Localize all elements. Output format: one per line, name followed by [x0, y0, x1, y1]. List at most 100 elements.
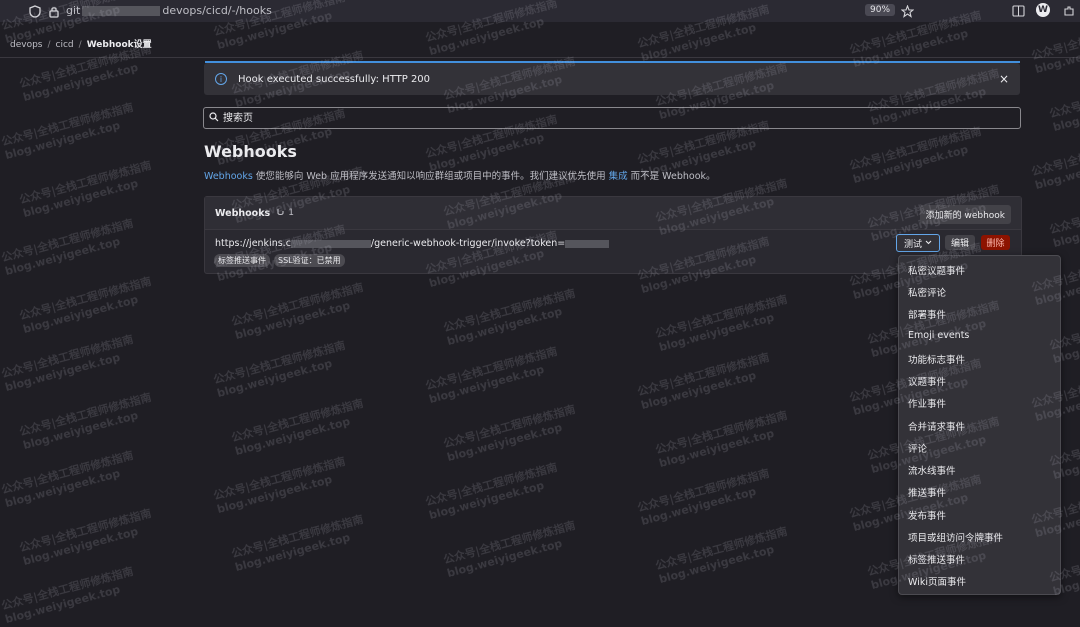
watermark-line-1: 公众号|全栈工程师修炼指南: [654, 292, 789, 341]
dropdown-item-wiki-page[interactable]: Wiki页面事件: [908, 574, 966, 588]
watermark-text: 公众号|全栈工程师修炼指南blog.weiyigeek.top: [1048, 73, 1080, 135]
dropdown-item-note[interactable]: 评论: [908, 441, 927, 455]
breadcrumb: devops / cicd / Webhook设置: [10, 40, 152, 50]
breadcrumb-item-group[interactable]: devops: [10, 40, 42, 50]
webhook-count: 1: [288, 208, 294, 218]
watermark-text: 公众号|全栈工程师修炼指南blog.weiyigeek.top: [18, 159, 157, 221]
watermark-text: 公众号|全栈工程师修炼指南blog.weiyigeek.top: [654, 409, 793, 471]
watermark-line-2: blog.weiyigeek.top: [1033, 32, 1080, 77]
watermark-text: 公众号|全栈工程师修炼指南blog.weiyigeek.top: [424, 461, 563, 523]
delete-button[interactable]: 删除: [981, 235, 1010, 250]
watermark-line-2: blog.weiyigeek.top: [215, 356, 334, 401]
reader-view-icon[interactable]: [1011, 4, 1025, 18]
lock-icon[interactable]: [47, 4, 61, 18]
dropdown-item-access-token[interactable]: 项目或组访问令牌事件: [908, 530, 1003, 544]
dropdown-item-confidential-note[interactable]: 私密评论: [908, 285, 946, 299]
test-dropdown-button[interactable]: 测试: [896, 234, 940, 252]
watermark-text: 公众号|全栈工程师修炼指南blog.weiyigeek.top: [0, 449, 139, 511]
watermark-text: 公众号|全栈工程师修炼指南blog.weiyigeek.top: [424, 345, 563, 407]
hook-url-prefix: https://jenkins.c: [215, 238, 291, 249]
watermark-line-2: blog.weiyigeek.top: [427, 478, 546, 523]
dropdown-item-issue[interactable]: 议题事件: [908, 374, 946, 388]
watermark-text: 公众号|全栈工程师修炼指南blog.weiyigeek.top: [442, 287, 581, 349]
watermark-text: 公众号|全栈工程师修炼指南blog.weiyigeek.top: [442, 403, 581, 465]
watermark-text: 公众号|全栈工程师修炼指南blog.weiyigeek.top: [654, 525, 793, 587]
breadcrumb-item-current[interactable]: Webhook设置: [87, 40, 152, 50]
hook-url: https://jenkins.c/generic-webhook-trigge…: [215, 238, 610, 249]
hook-icon: [276, 207, 285, 219]
dropdown-item-merge-request[interactable]: 合并请求事件: [908, 419, 965, 433]
watermark-line-2: blog.weiyigeek.top: [445, 536, 564, 581]
chevron-down-icon: [925, 238, 932, 248]
watermark-line-1: 公众号|全栈工程师修炼指南: [0, 216, 135, 265]
watermark-line-1: 公众号|全栈工程师修炼指南: [0, 448, 135, 497]
watermark-text: 公众号|全栈工程师修炼指南blog.weiyigeek.top: [1030, 15, 1080, 77]
watermark-line-1: 公众号|全栈工程师修炼指南: [18, 274, 153, 323]
watermark-text: 公众号|全栈工程师修炼指南blog.weiyigeek.top: [442, 519, 581, 581]
watermark-line-2: blog.weiyigeek.top: [21, 292, 140, 337]
integrations-link[interactable]: 集成: [609, 171, 628, 182]
dropdown-item-deployment[interactable]: 部署事件: [908, 307, 946, 321]
add-webhook-button[interactable]: 添加新的 webhook: [919, 205, 1011, 224]
watermark-line-2: blog.weiyigeek.top: [3, 466, 122, 511]
watermark-text: 公众号|全栈工程师修炼指南blog.weiyigeek.top: [212, 339, 351, 401]
watermark-line-1: 公众号|全栈工程师修炼指南: [848, 124, 983, 173]
edit-button[interactable]: 编辑: [945, 235, 975, 250]
dropdown-item-pipeline[interactable]: 流水线事件: [908, 463, 956, 477]
watermark-text: 公众号|全栈工程师修炼指南blog.weiyigeek.top: [0, 333, 139, 395]
watermark-line-1: 公众号|全栈工程师修炼指南: [636, 466, 771, 515]
watermark-line-2: blog.weiyigeek.top: [3, 350, 122, 395]
watermark-line-2: blog.weiyigeek.top: [639, 484, 758, 529]
success-alert: i Hook executed successfully: HTTP 200 ×: [204, 63, 1020, 95]
watermark-text: 公众号|全栈工程师修炼指南blog.weiyigeek.top: [212, 455, 351, 517]
profile-avatar[interactable]: W: [1036, 3, 1050, 17]
dropdown-item-release[interactable]: 发布事件: [908, 508, 946, 522]
watermark-line-1: 公众号|全栈工程师修炼指南: [18, 42, 153, 91]
shield-icon[interactable]: [28, 4, 42, 18]
watermark-line-2: blog.weiyigeek.top: [3, 118, 122, 163]
webhooks-doc-link[interactable]: Webhooks: [204, 171, 253, 182]
watermark-line-2: blog.weiyigeek.top: [657, 426, 776, 471]
watermark-line-2: blog.weiyigeek.top: [445, 304, 564, 349]
watermark-line-1: 公众号|全栈工程师修炼指南: [1048, 72, 1080, 121]
dropdown-item-feature-flag[interactable]: 功能标志事件: [908, 352, 965, 366]
dropdown-item-push[interactable]: 推送事件: [908, 485, 946, 499]
watermark-line-2: blog.weiyigeek.top: [851, 142, 970, 187]
search-input[interactable]: [221, 111, 1005, 125]
zoom-level[interactable]: 90%: [865, 4, 896, 16]
watermark-line-2: blog.weiyigeek.top: [427, 362, 546, 407]
info-icon: i: [215, 73, 227, 85]
watermark-line-1: 公众号|全栈工程师修炼指南: [442, 286, 577, 335]
close-icon[interactable]: ×: [999, 72, 1009, 86]
bookmark-star-icon[interactable]: [900, 4, 914, 18]
watermark-text: 公众号|全栈工程师修炼指南blog.weiyigeek.top: [0, 101, 139, 163]
hook-tags: 标签推送事件 SSL验证：已禁用: [214, 254, 345, 267]
test-event-dropdown: 私密议题事件 私密评论 部署事件 Emoji events 功能标志事件 议题事…: [898, 255, 1061, 595]
watermark-line-2: blog.weiyigeek.top: [215, 472, 334, 517]
watermark-line-1: 公众号|全栈工程师修炼指南: [18, 390, 153, 439]
url-redacted: [82, 6, 161, 16]
watermark-line-2: blog.weiyigeek.top: [233, 298, 352, 343]
watermark-line-1: 公众号|全栈工程师修炼指南: [18, 158, 153, 207]
dropdown-item-confidential-issue[interactable]: 私密议题事件: [908, 263, 965, 277]
breadcrumb-item-project[interactable]: cicd: [56, 40, 74, 50]
dropdown-item-tag-push[interactable]: 标签推送事件: [908, 552, 965, 566]
ssl-verification-badge: SSL验证：已禁用: [274, 254, 345, 267]
watermark-line-1: 公众号|全栈工程师修炼指南: [442, 402, 577, 451]
watermark-line-1: 公众号|全栈工程师修炼指南: [424, 460, 559, 509]
dropdown-item-job[interactable]: 作业事件: [908, 396, 946, 410]
watermark-line-1: 公众号|全栈工程师修炼指南: [230, 512, 365, 561]
page-description: Webhooks 使您能够向 Web 应用程序发送通知以响应群组或项目中的事件。…: [204, 168, 716, 182]
watermark-line-2: blog.weiyigeek.top: [233, 414, 352, 459]
watermark-line-2: blog.weiyigeek.top: [21, 60, 140, 105]
alert-message: Hook executed successfully: HTTP 200: [238, 73, 431, 85]
search-box[interactable]: [203, 107, 1021, 129]
watermark-line-2: blog.weiyigeek.top: [3, 582, 122, 627]
dropdown-item-emoji[interactable]: Emoji events: [908, 330, 969, 341]
watermark-line-1: 公众号|全栈工程师修炼指南: [0, 564, 135, 613]
url-bar[interactable]: git devops/cicd/-/hooks: [60, 4, 272, 17]
watermark-line-2: blog.weiyigeek.top: [21, 524, 140, 569]
extension-icon[interactable]: [1062, 4, 1076, 18]
watermark-line-2: blog.weiyigeek.top: [657, 310, 776, 355]
watermark-line-1: 公众号|全栈工程师修炼指南: [654, 524, 789, 573]
